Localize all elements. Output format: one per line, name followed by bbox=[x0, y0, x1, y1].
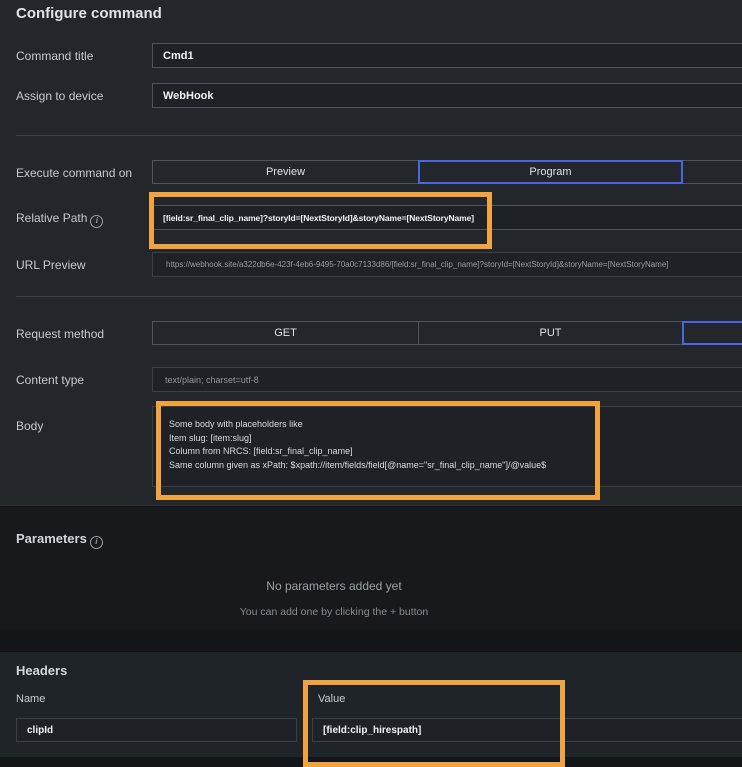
parameters-empty-hint: You can add one by clicking the + button bbox=[0, 606, 668, 618]
command-title-input[interactable] bbox=[152, 43, 742, 68]
info-icon: i bbox=[90, 536, 103, 549]
request-method-label: Request method bbox=[16, 327, 104, 341]
header-name-input[interactable] bbox=[16, 718, 297, 742]
request-method-option-3[interactable] bbox=[682, 321, 742, 345]
execute-on-option-program[interactable]: Program bbox=[418, 160, 683, 184]
relative-path-input[interactable] bbox=[152, 205, 742, 230]
section-gap bbox=[0, 631, 742, 651]
execute-on-label: Execute command on bbox=[16, 166, 132, 180]
url-preview-label: URL Preview bbox=[16, 258, 86, 272]
header-value-input[interactable] bbox=[312, 718, 742, 742]
request-method-option-get[interactable]: GET bbox=[152, 321, 419, 345]
divider bbox=[16, 296, 742, 297]
request-method-option-put[interactable]: PUT bbox=[418, 321, 683, 345]
bottom-strip bbox=[0, 757, 742, 767]
url-preview-input bbox=[152, 252, 742, 277]
header-name-column-label: Name bbox=[16, 693, 45, 705]
body-textarea[interactable]: Some body with placeholders like Item sl… bbox=[152, 406, 742, 487]
assign-device-label: Assign to device bbox=[16, 89, 103, 103]
header-value-column-label: Value bbox=[318, 693, 345, 705]
headers-title: Headers bbox=[16, 663, 67, 678]
headers-section: Headers Name Value bbox=[0, 651, 742, 758]
divider bbox=[16, 135, 742, 136]
relative-path-label: Relative Pathi bbox=[16, 211, 103, 228]
info-icon: i bbox=[90, 215, 103, 228]
assign-device-input[interactable] bbox=[152, 83, 742, 108]
parameters-title: Parametersi bbox=[16, 531, 103, 549]
configure-command-panel: Configure command Command title Assign t… bbox=[0, 0, 742, 767]
execute-on-option-preview[interactable]: Preview bbox=[152, 160, 419, 184]
content-type-input[interactable] bbox=[152, 367, 742, 392]
body-label: Body bbox=[16, 419, 43, 433]
section-edge bbox=[0, 505, 742, 506]
page-title: Configure command bbox=[16, 5, 162, 22]
execute-on-option-3[interactable] bbox=[682, 160, 742, 184]
command-title-label: Command title bbox=[16, 49, 93, 63]
request-method-segmented-control: GET PUT bbox=[152, 321, 742, 345]
parameters-empty-message: No parameters added yet bbox=[0, 579, 668, 593]
parameters-section: Parametersi No parameters added yet You … bbox=[0, 506, 742, 632]
execute-on-segmented-control: Preview Program bbox=[152, 160, 742, 184]
content-type-label: Content type bbox=[16, 373, 84, 387]
